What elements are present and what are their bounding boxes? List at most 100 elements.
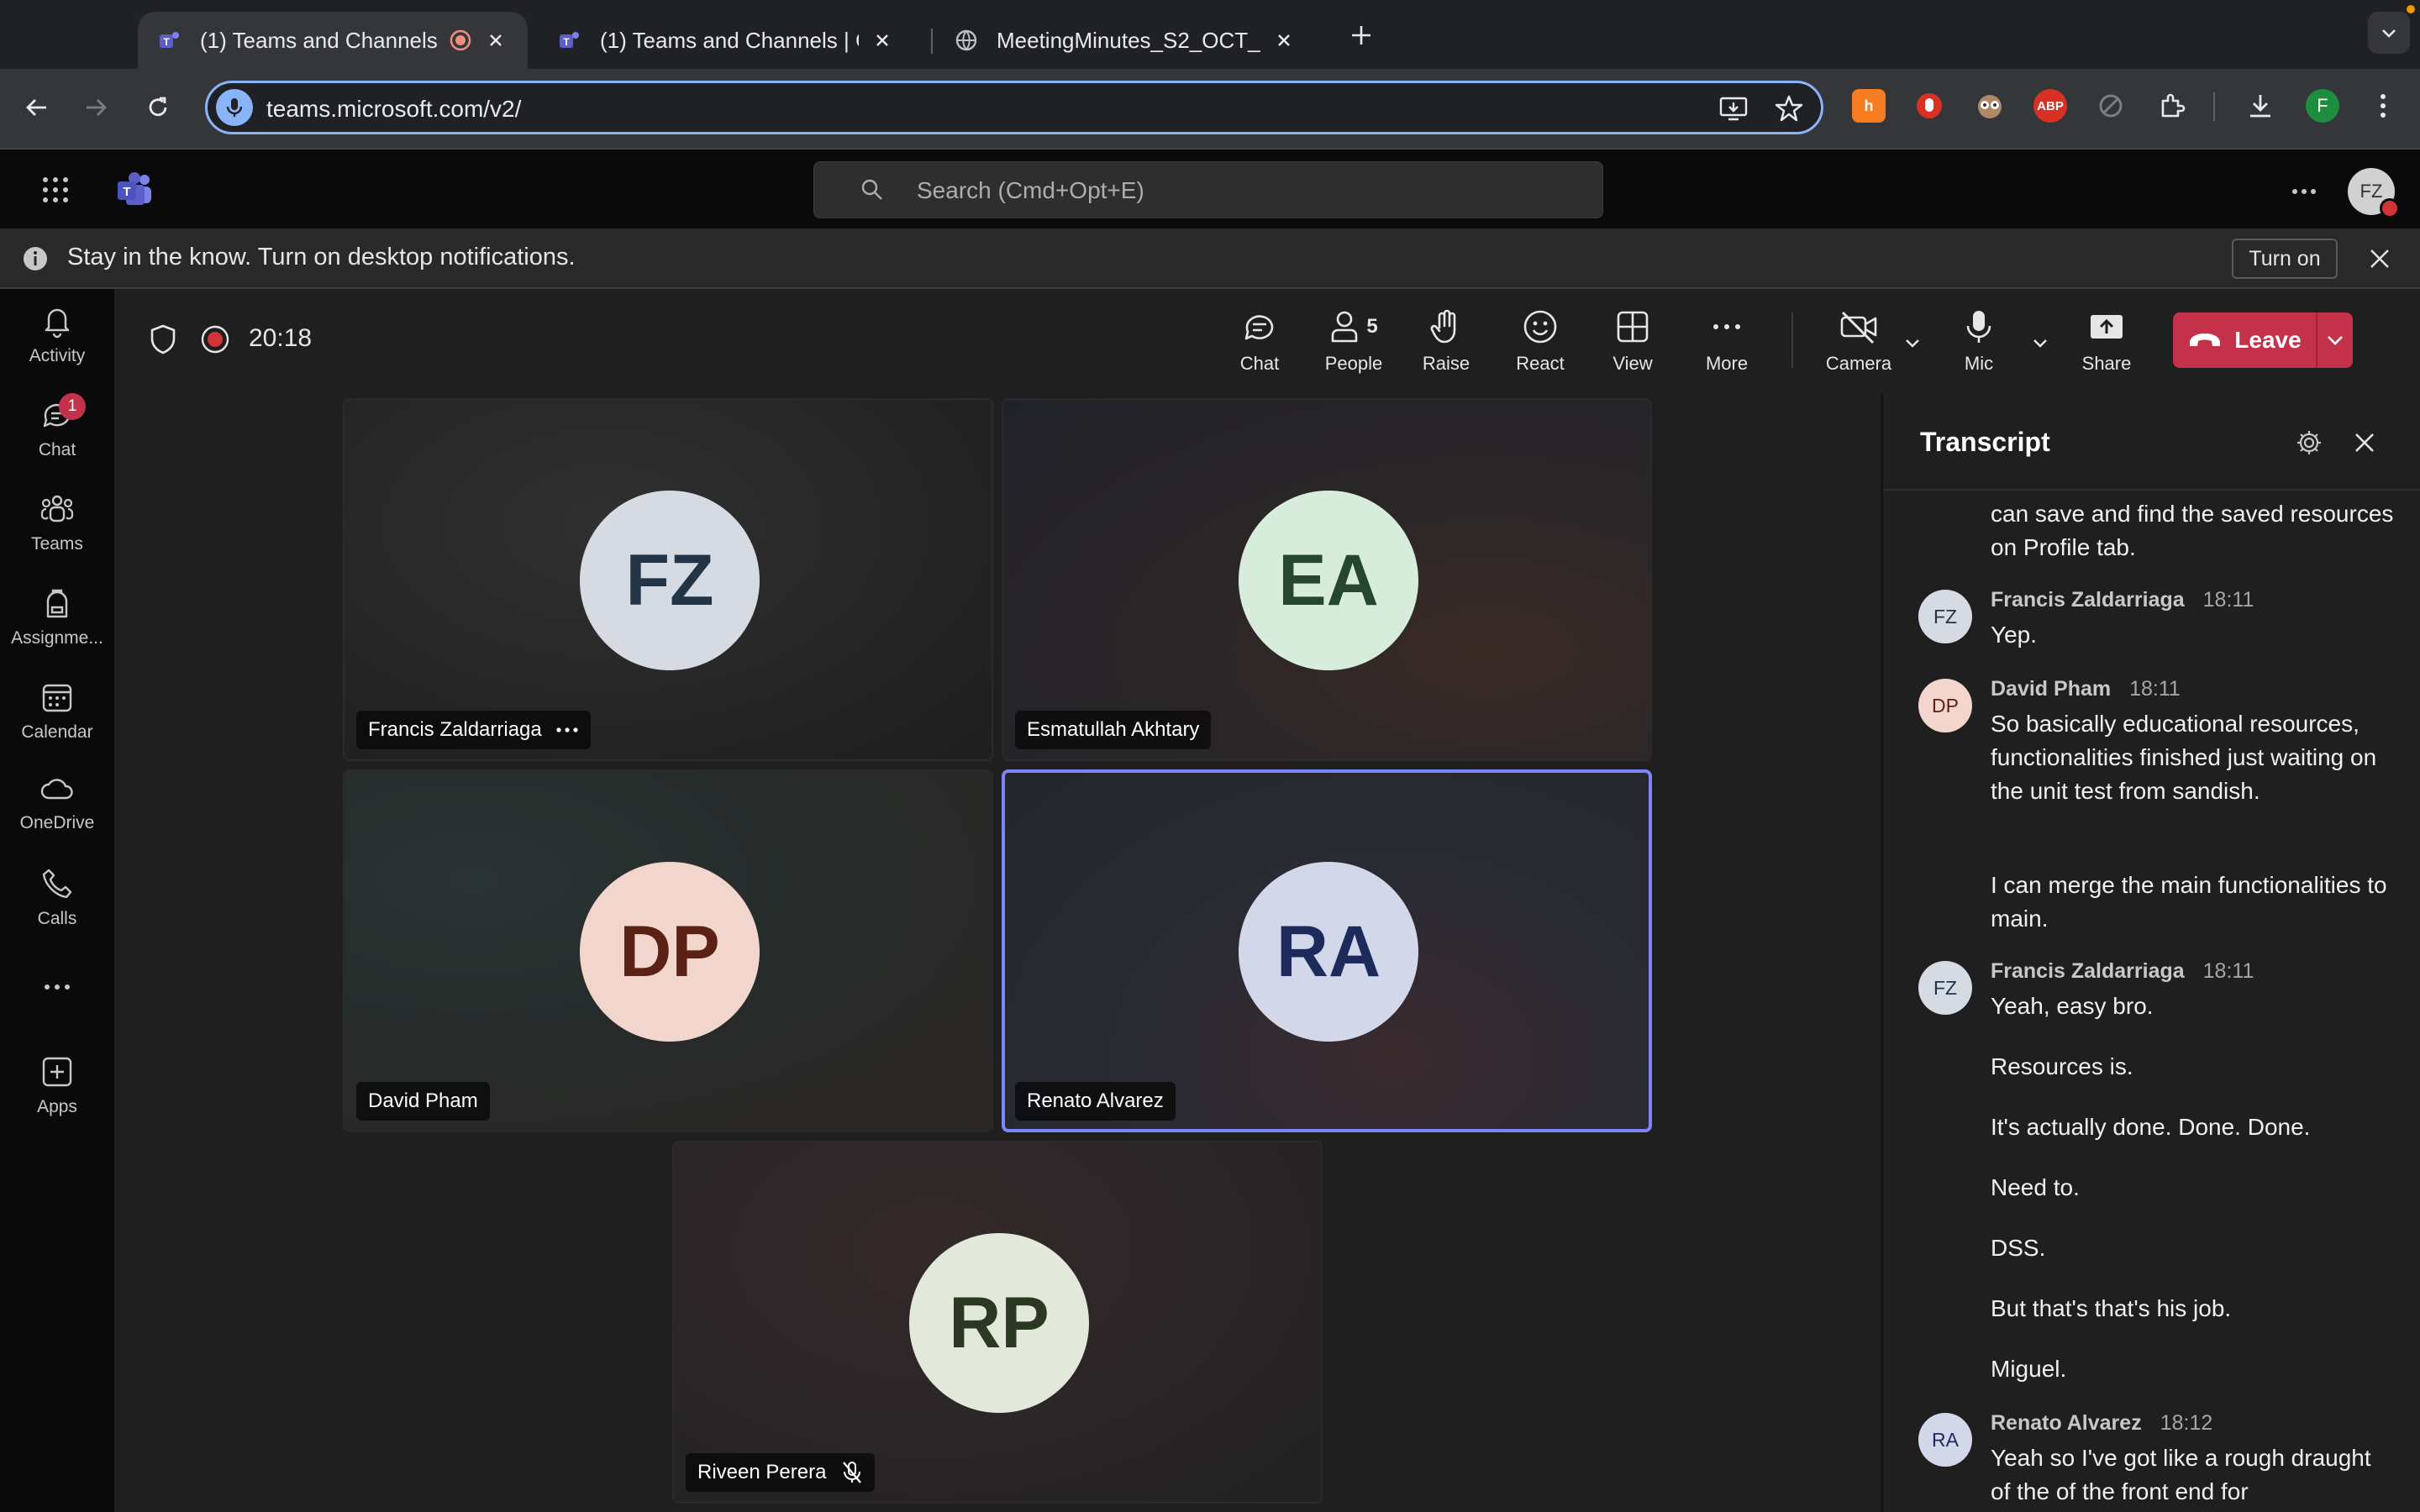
participant-tile-speaking[interactable]: RA Renato Alvarez xyxy=(1002,769,1652,1132)
rail-item-apps[interactable]: Apps xyxy=(0,1053,114,1117)
app-launcher-waffle-icon[interactable] xyxy=(39,173,72,207)
transcript-line: Yeah so I've got like a rough draught of… xyxy=(1991,1445,2371,1504)
browser-tab-1[interactable]: T (1) Teams and Channels | xyxy=(138,12,528,69)
timestamp: 18:11 xyxy=(2202,959,2254,983)
back-button[interactable] xyxy=(18,89,55,126)
extensions-puzzle-icon[interactable] xyxy=(2154,89,2188,123)
notification-text: Stay in the know. Turn on desktop notifi… xyxy=(67,244,576,270)
rail-more-apps-button[interactable] xyxy=(0,983,114,991)
participant-name: Esmatullah Akhtary xyxy=(1027,718,1200,741)
participant-tile[interactable]: DP David Pham xyxy=(343,769,993,1132)
camera-off-icon xyxy=(1840,311,1877,344)
teams-favicon-icon: T xyxy=(560,32,579,48)
rail-item-teams[interactable]: Teams xyxy=(0,491,114,554)
install-app-icon[interactable] xyxy=(1717,92,1750,125)
mic-options-chevron-down-icon[interactable] xyxy=(2028,331,2052,354)
participant-name: Riveen Perera xyxy=(697,1461,827,1483)
share-button[interactable]: Share xyxy=(2060,306,2153,375)
view-button[interactable]: View xyxy=(1586,306,1679,375)
participant-tile[interactable]: FZ Francis Zaldarriaga xyxy=(343,398,993,761)
kebab-menu-icon xyxy=(2381,94,2386,118)
abp-extension-icon[interactable]: ABP xyxy=(2033,89,2067,123)
cloud-icon xyxy=(40,779,73,800)
participant-tile[interactable]: RP Riveen Perera xyxy=(672,1141,1323,1504)
toolbar-separator xyxy=(2213,92,2215,121)
raise-hand-button[interactable]: Raise xyxy=(1400,306,1492,375)
presence-status-dot xyxy=(2380,198,2400,218)
rail-label: Apps xyxy=(37,1097,77,1116)
tab-title: MeetingMinutes_S2_OCT_10 xyxy=(997,27,1260,53)
rail-label: Calendar xyxy=(21,722,93,742)
rail-label: Teams xyxy=(31,534,83,554)
new-tab-button[interactable] xyxy=(1344,18,1378,52)
rail-item-assignments[interactable]: Assignme... xyxy=(0,585,114,648)
speaker-name: Francis Zaldarriaga xyxy=(1991,588,2185,612)
voice-search-mic-icon[interactable] xyxy=(216,89,253,126)
reload-button[interactable] xyxy=(139,89,176,126)
rail-item-calls[interactable]: Calls xyxy=(0,865,114,929)
meeting-control-bar: 20:18 Chat 5 People Raise React View Mor… xyxy=(114,289,2420,395)
browser-tab-2[interactable]: T (1) Teams and Channels | Gen xyxy=(538,12,914,69)
honey-extension-icon[interactable]: h xyxy=(1852,89,1886,123)
rail-item-onedrive[interactable]: OneDrive xyxy=(0,773,114,833)
rail-label: Calls xyxy=(37,909,77,928)
tab-close-icon[interactable] xyxy=(1272,29,1296,52)
react-button[interactable]: React xyxy=(1494,306,1586,375)
unread-badge: 1 xyxy=(59,393,86,420)
people-count: 5 xyxy=(1366,315,1378,338)
recording-icon xyxy=(201,325,229,354)
gear-icon[interactable] xyxy=(2295,428,2323,457)
speaker-avatar: RA xyxy=(1918,1413,1972,1467)
tab-search-button[interactable] xyxy=(2368,12,2410,54)
control-label: More xyxy=(1705,353,1749,374)
close-icon[interactable] xyxy=(2350,428,2379,457)
transcript-line: Miguel. xyxy=(1991,1356,2067,1382)
teams-search-box[interactable]: Search (Cmd+Opt+E) xyxy=(813,161,1603,218)
rail-item-chat[interactable]: 1 Chat xyxy=(0,393,114,460)
bookmark-star-icon[interactable] xyxy=(1772,92,1806,125)
browser-menu-button[interactable] xyxy=(2366,89,2400,123)
rail-item-calendar[interactable]: Calendar xyxy=(0,679,114,743)
rail-label: Activity xyxy=(29,346,86,365)
leave-options-button[interactable] xyxy=(2317,312,2353,368)
participant-tile[interactable]: EA Esmatullah Akhtary xyxy=(1002,398,1652,761)
dismiss-notification-button[interactable] xyxy=(2366,245,2393,272)
app-rail: Activity 1 Chat Teams Assignme... Calend… xyxy=(0,289,114,1512)
control-label: Mic xyxy=(1964,353,1994,374)
browser-tab-3[interactable]: MeetingMinutes_S2_OCT_10 xyxy=(934,12,1316,69)
address-bar[interactable]: teams.microsoft.com/v2/ xyxy=(205,81,1823,134)
leave-button[interactable]: Leave xyxy=(2173,312,2316,368)
turn-on-button[interactable]: Turn on xyxy=(2232,239,2338,279)
people-button[interactable]: 5 People xyxy=(1307,306,1400,375)
disabled-extension-icon[interactable] xyxy=(2094,89,2128,123)
more-horizontal-icon[interactable] xyxy=(555,727,579,733)
transcript-line: It's actually done. Done. Done. xyxy=(1991,1114,2311,1140)
profile-avatar[interactable]: F xyxy=(2306,89,2339,123)
smiley-icon xyxy=(1523,310,1557,344)
tab-close-icon[interactable] xyxy=(871,29,894,52)
tampermonkey-extension-icon[interactable] xyxy=(1973,89,2007,123)
leave-label: Leave xyxy=(2234,327,2302,353)
tab-close-icon[interactable] xyxy=(484,29,508,52)
privacy-badger-extension-icon[interactable] xyxy=(1912,89,1946,123)
info-icon xyxy=(24,247,47,270)
grid-view-icon xyxy=(1617,311,1649,343)
camera-options-chevron-down-icon[interactable] xyxy=(1901,331,1924,354)
rail-item-activity[interactable]: Activity xyxy=(0,302,114,366)
control-label: Raise xyxy=(1422,353,1470,374)
transcript-line: Yep. xyxy=(1991,622,2038,648)
more-button[interactable]: More xyxy=(1681,306,1773,375)
chevron-down-icon xyxy=(2382,29,2396,38)
camera-button[interactable]: Camera xyxy=(1807,306,1911,375)
participant-avatar: EA xyxy=(1239,491,1418,670)
arrow-left-icon xyxy=(26,99,46,116)
downloads-icon[interactable] xyxy=(2244,89,2277,123)
settings-more-button[interactable] xyxy=(2287,175,2321,208)
globe-icon xyxy=(955,29,977,51)
mic-button[interactable]: Mic xyxy=(1933,306,2025,375)
rail-label: Chat xyxy=(38,440,76,459)
chat-button[interactable]: Chat xyxy=(1213,306,1306,375)
raise-hand-icon xyxy=(1430,309,1456,344)
shield-icon[interactable] xyxy=(148,323,178,356)
forward-button[interactable] xyxy=(77,89,114,126)
